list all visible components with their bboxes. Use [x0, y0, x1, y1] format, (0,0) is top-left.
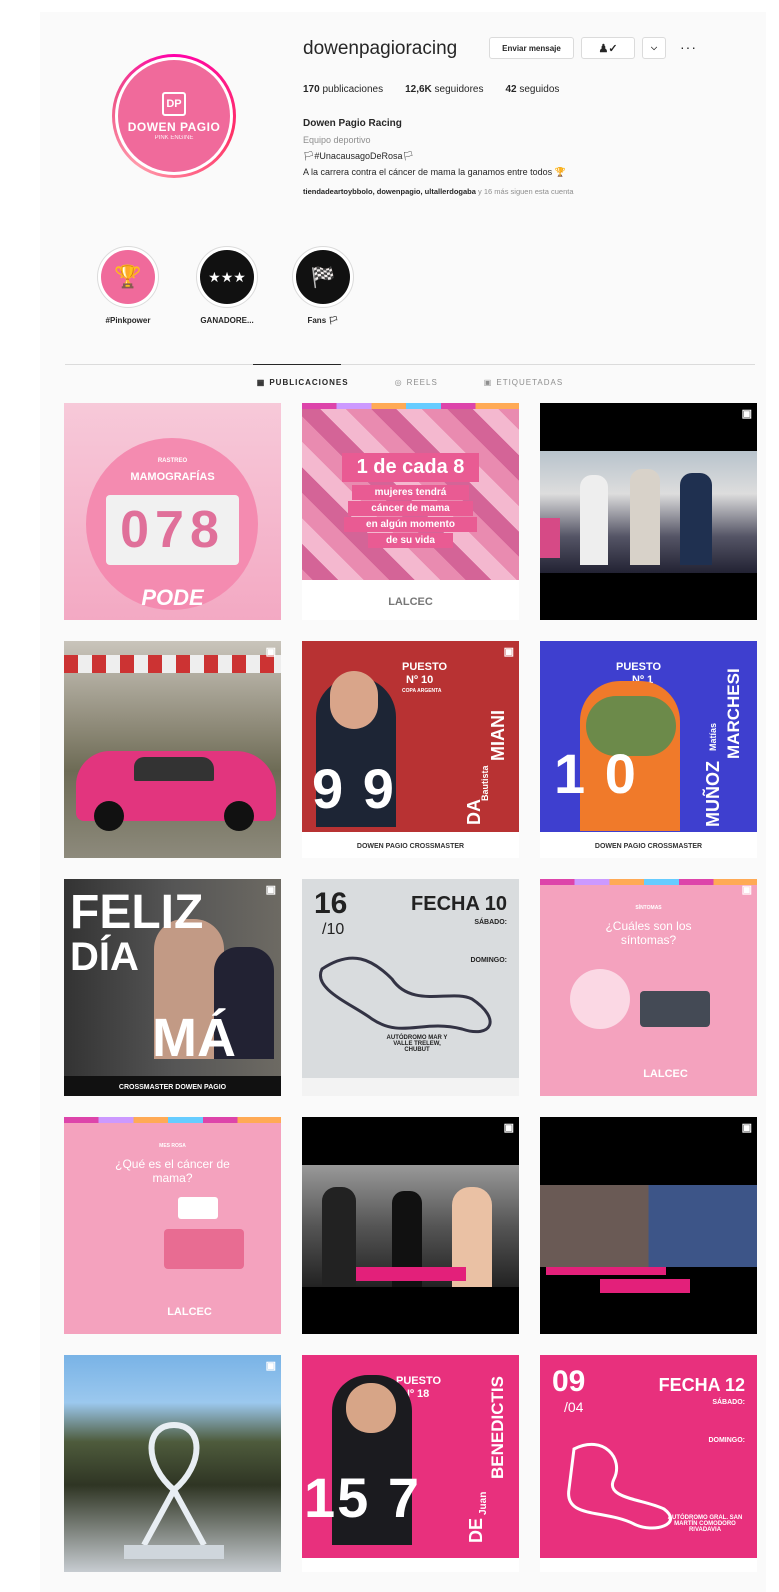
post-sintomas[interactable]: SÍNTOMAS ¿Cuáles son los síntomas? LALCE…	[540, 879, 757, 1096]
profile-name: Dowen Pagio Racing	[303, 118, 402, 129]
reel-clip-icon: ▣	[503, 646, 514, 658]
profile-stats: 170 publicaciones 12,6K seguidores 42 se…	[303, 84, 559, 95]
profile-username: dowenpagioracing	[303, 38, 458, 59]
profile-tabs: ▦ PUBLICACIONES ◎ REELS ▣ ETIQUETADAS	[65, 378, 755, 387]
tab-etiquetadas[interactable]: ▣ ETIQUETADAS	[484, 378, 563, 387]
posts-grid: RASTREO MAMOGRAFÍAS 078 PODE 1 de cada 8…	[64, 403, 758, 1572]
profile-page: DP DOWEN PAGIO PINK ENGINE dowenpagiorac…	[40, 12, 766, 1592]
post-fecha-10[interactable]: 16 /10 FECHA 10 SÁBADO: DOMINGO: AUTÓDRO…	[302, 879, 519, 1096]
reel-clip-icon: ▣	[503, 1122, 514, 1134]
profile-avatar[interactable]: DP DOWEN PAGIO PINK ENGINE	[112, 54, 236, 178]
posts-stat: 170 publicaciones	[303, 84, 384, 95]
highlight-pinkpower[interactable]: 🏆 #Pinkpower	[88, 246, 168, 325]
post-video-equipo[interactable]: ▣	[302, 1117, 519, 1334]
suggested-accounts-button[interactable]: ⌵	[642, 37, 666, 59]
post-mamografias[interactable]: RASTREO MAMOGRAFÍAS 078 PODE	[64, 403, 281, 620]
following-button[interactable]: ♟✓	[581, 37, 635, 59]
avatar-brand: DOWEN PAGIO	[127, 119, 221, 134]
post-1-de-cada-8[interactable]: 1 de cada 8 mujeres tendrá cáncer de mam…	[302, 403, 519, 620]
chevron-down-icon: ⌵	[650, 43, 658, 52]
avatar-subtitle: PINK ENGINE	[154, 134, 194, 141]
trophy-icon: 🏆	[101, 250, 155, 304]
highlight-ganadores[interactable]: ★★★ GANADORE...	[187, 246, 267, 325]
checkered-flags-icon: 🏁	[296, 250, 350, 304]
post-feliz-dia-ma[interactable]: FELIZ DÍA MÁ CROSSMASTER DOWEN PAGIO ▣	[64, 879, 281, 1096]
ellipsis-icon[interactable]: ···	[680, 39, 697, 55]
active-tab-indicator	[253, 364, 341, 365]
reels-icon: ◎	[394, 378, 403, 387]
reel-clip-icon: ▣	[265, 646, 276, 658]
post-puesto-marchesi[interactable]: PUESTO Nº 1 1 0 Matías MARCHESI MUÑOZ DO…	[540, 641, 757, 858]
podium-icon: ★★★	[200, 250, 254, 304]
tab-reels[interactable]: ◎ REELS	[395, 378, 438, 387]
bio-line-1: 🏳#UnacausagoDeRosa🏳	[303, 151, 414, 161]
post-puesto-benedictis[interactable]: PUESTO Nº 18 15 7 Juan BENEDICTIS DE	[302, 1355, 519, 1572]
send-message-button[interactable]: Enviar mensaje	[489, 37, 574, 59]
highlight-fans[interactable]: 🏁 Fans 🏳	[283, 246, 363, 325]
reel-clip-icon: ▣	[741, 1122, 752, 1134]
brand-logo-icon: DP	[162, 91, 186, 116]
counter-digits: 078	[106, 495, 239, 565]
post-puesto-miani[interactable]: PUESTO Nº 10 COPA ARGENTA 9 9 Bautista M…	[302, 641, 519, 858]
reel-clip-icon: ▣	[741, 884, 752, 896]
profile-bio: Dowen Pagio Racing Equipo deportivo 🏳#Un…	[303, 116, 743, 200]
followers-stat[interactable]: 12,6K seguidores	[405, 84, 483, 95]
tab-publicaciones[interactable]: ▦ PUBLICACIONES	[257, 378, 349, 387]
tag-icon: ▣	[483, 378, 493, 387]
post-transmision[interactable]: ▣	[540, 1117, 757, 1334]
post-trofeo[interactable]: ▣	[64, 1355, 281, 1572]
grid-icon: ▦	[256, 378, 266, 387]
post-que-es-cancer[interactable]: MES ROSA ¿Qué es el cáncer de mama? LALC…	[64, 1117, 281, 1334]
tabs-divider	[65, 364, 755, 365]
ribbon-trophy	[124, 1421, 224, 1559]
profile-category: Equipo deportivo	[303, 135, 371, 145]
followed-by[interactable]: tiendadeartoybbolo, dowenpagio, ultaller…	[303, 184, 743, 200]
bio-line-2: A la carrera contra el cáncer de mama la…	[303, 167, 566, 177]
reel-clip-icon: ▣	[265, 884, 276, 896]
reel-clip-icon: ▣	[741, 408, 752, 420]
post-video-pilotos[interactable]: ▣	[540, 403, 757, 620]
track-map	[318, 956, 492, 1034]
reel-clip-icon: ▣	[265, 1360, 276, 1372]
person-check-icon: ♟✓	[598, 42, 618, 55]
post-fecha-12[interactable]: 09 /04 FECHA 12 SÁBADO: DOMINGO: AUTÓDRO…	[540, 1355, 757, 1572]
following-stat[interactable]: 42 seguidos	[505, 84, 559, 95]
post-auto-rosa[interactable]: ▣	[64, 641, 281, 858]
